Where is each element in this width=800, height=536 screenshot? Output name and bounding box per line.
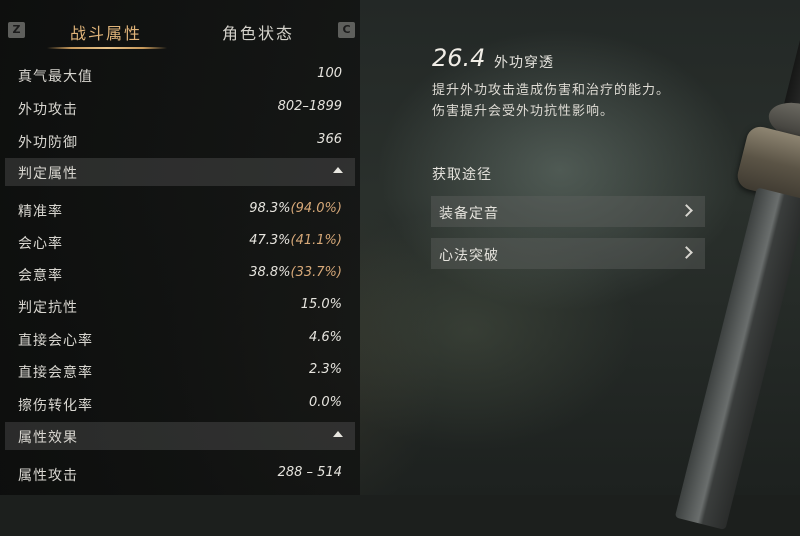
stat-row[interactable]: 精准率 98.3%(94.0%) bbox=[0, 195, 360, 225]
stat-row[interactable]: 直接会心率 4.6% bbox=[0, 324, 360, 354]
chevron-right-icon bbox=[680, 246, 693, 259]
base-value: (41.1%) bbox=[290, 233, 342, 248]
stat-value: 98.3%(94.0%) bbox=[249, 201, 342, 216]
active-tab-indicator bbox=[47, 47, 167, 49]
stat-row[interactable]: 判定抗性 15.0% bbox=[0, 291, 360, 321]
stat-row[interactable]: 会意率 38.8%(33.7%) bbox=[0, 259, 360, 289]
stat-value: 38.8%(33.7%) bbox=[249, 265, 342, 280]
selected-stat-name: 外功穿透 bbox=[494, 55, 554, 71]
acquire-item-label: 装备定音 bbox=[439, 206, 499, 222]
key-hint-c[interactable]: C bbox=[338, 22, 355, 38]
stat-label: 擦伤转化率 bbox=[18, 398, 93, 414]
tab-combat-attributes[interactable]: 战斗属性 bbox=[70, 20, 142, 44]
stat-value: 288 – 514 bbox=[277, 465, 342, 480]
stat-row[interactable]: 擦伤转化率 0.0% bbox=[0, 389, 360, 419]
stat-value: 4.6% bbox=[308, 330, 342, 345]
stat-description-line: 伤害提升会受外功抗性影响。 bbox=[432, 104, 615, 119]
stats-panel: Z 战斗属性 角色状态 C 真气最大值 100 外功攻击 802–1899 外功… bbox=[0, 0, 360, 495]
stat-value: 47.3%(41.1%) bbox=[249, 233, 342, 248]
stat-label: 会意率 bbox=[18, 268, 63, 284]
stat-label: 属性攻击 bbox=[18, 468, 78, 484]
stat-label: 真气最大值 bbox=[18, 69, 93, 85]
stat-row[interactable]: 会心率 47.3%(41.1%) bbox=[0, 227, 360, 257]
stat-label: 直接会意率 bbox=[18, 365, 93, 381]
stat-row[interactable]: 属性攻击 288 – 514 bbox=[0, 459, 360, 489]
acquire-item-label: 心法突破 bbox=[439, 248, 499, 264]
stat-description-line: 提升外功攻击造成伤害和治疗的能力。 bbox=[432, 83, 671, 98]
section-title: 属性效果 bbox=[18, 430, 78, 446]
stat-label: 精准率 bbox=[18, 204, 63, 220]
tab-character-status[interactable]: 角色状态 bbox=[222, 20, 294, 44]
stat-value: 15.0% bbox=[300, 297, 342, 312]
stat-value: 100 bbox=[317, 66, 342, 81]
chevron-up-icon bbox=[333, 431, 343, 437]
section-header-attribute[interactable]: 属性效果 bbox=[5, 422, 355, 450]
stat-label: 外功攻击 bbox=[18, 102, 78, 118]
base-value: (94.0%) bbox=[290, 201, 342, 216]
base-value: (33.7%) bbox=[290, 265, 342, 280]
stat-row[interactable]: 外功攻击 802–1899 bbox=[0, 93, 360, 123]
stat-value: 0.0% bbox=[308, 395, 342, 410]
key-hint-z[interactable]: Z bbox=[8, 22, 25, 38]
acquire-item-mentality[interactable]: 心法突破 bbox=[431, 238, 705, 269]
stat-row[interactable]: 外功防御 366 bbox=[0, 126, 360, 156]
chevron-up-icon bbox=[333, 167, 343, 173]
stat-label: 直接会心率 bbox=[18, 333, 93, 349]
tab-bar: Z 战斗属性 角色状态 C bbox=[0, 12, 360, 49]
chevron-right-icon bbox=[680, 204, 693, 217]
selected-stat-value: 26.4 bbox=[432, 44, 486, 72]
section-title: 判定属性 bbox=[18, 166, 78, 182]
section-header-judgement[interactable]: 判定属性 bbox=[5, 158, 355, 186]
acquire-title: 获取途径 bbox=[432, 167, 492, 183]
stat-row[interactable]: 真气最大值 100 bbox=[0, 60, 360, 90]
acquire-item-equipment[interactable]: 装备定音 bbox=[431, 196, 705, 227]
stat-label: 会心率 bbox=[18, 236, 63, 252]
stat-label: 判定抗性 bbox=[18, 300, 78, 316]
stat-row[interactable]: 直接会意率 2.3% bbox=[0, 356, 360, 386]
stat-value: 366 bbox=[317, 132, 342, 147]
stat-value: 802–1899 bbox=[277, 99, 342, 114]
stat-value: 2.3% bbox=[308, 362, 342, 377]
stat-label: 外功防御 bbox=[18, 135, 78, 151]
